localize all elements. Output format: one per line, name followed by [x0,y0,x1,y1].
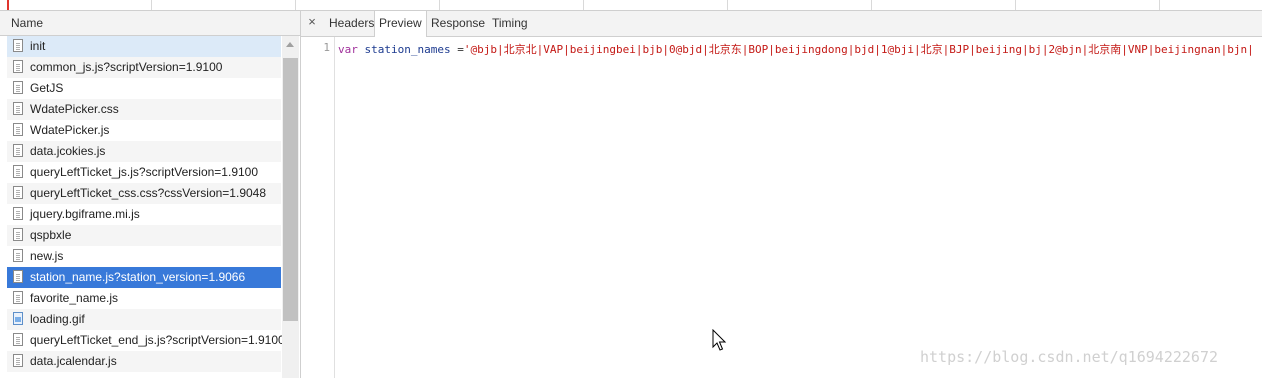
tab-headers[interactable]: Headers [326,11,377,36]
name-column-label: Name [11,16,44,30]
request-name: data.jcalendar.js [30,354,117,368]
file-icon [13,354,23,367]
request-name: station_name.js?station_version=1.9066 [30,270,246,284]
request-row[interactable]: queryLeftTicket_end_js.js?scriptVersion=… [7,330,285,351]
request-row[interactable]: qspbxle [7,225,281,246]
request-row[interactable]: init [7,36,281,57]
image-file-icon [13,312,23,325]
request-row[interactable]: new.js [7,246,281,267]
request-row[interactable]: favorite_name.js [7,288,281,309]
request-row[interactable]: jquery.bgiframe.mi.js [7,204,281,225]
request-name: WdatePicker.js [30,123,110,137]
request-name: data.jcokies.js [30,144,106,158]
line-number: 1 [323,41,330,54]
file-icon [13,144,23,157]
scroll-up-arrow-icon[interactable] [286,42,294,47]
request-row[interactable]: queryLeftTicket_css.css?cssVersion=1.904… [7,183,281,204]
details-tab-bar: × Headers Preview Response Timing [301,11,1262,37]
details-panel: × Headers Preview Response Timing 1 var … [301,11,1262,378]
timeline-marker [7,0,9,10]
request-name: jquery.bgiframe.mi.js [30,207,140,221]
request-name: init [30,39,46,53]
watermark-text: https://blog.csdn.net/q1694222672 [920,348,1219,366]
file-icon [13,270,23,283]
tab-timing[interactable]: Timing [489,11,531,36]
request-row[interactable]: data.jcokies.js [7,141,281,162]
file-icon [13,207,23,220]
file-icon [13,81,23,94]
code-keyword: var [338,43,358,56]
tab-response[interactable]: Response [428,11,488,36]
request-row[interactable]: GetJS [7,78,281,99]
request-row[interactable]: WdatePicker.js [7,120,281,141]
tab-preview[interactable]: Preview [374,11,427,37]
request-row[interactable]: data.jcalendar.js [7,351,281,372]
request-name: queryLeftTicket_end_js.js?scriptVersion=… [30,333,285,347]
mouse-pointer-icon [712,329,727,351]
file-icon [13,249,23,262]
request-list-scrollbar[interactable] [282,36,299,378]
file-icon [13,39,23,52]
code-operator: = [457,43,464,56]
request-name: queryLeftTicket_js.js?scriptVersion=1.91… [30,165,259,179]
code-string: '@bjb|北京北|VAP|beijingbei|bjb|0@bjd|北京东|B… [463,43,1254,56]
request-name: new.js [30,249,64,263]
request-name: qspbxle [30,228,72,242]
request-row[interactable]: common_js.js?scriptVersion=1.9100 [7,57,281,78]
request-name: GetJS [30,81,64,95]
file-icon [13,165,23,178]
preview-code-line[interactable]: var station_names ='@bjb|北京北|VAP|beijing… [338,41,1258,57]
request-name: queryLeftTicket_css.css?cssVersion=1.904… [30,186,267,200]
request-row[interactable]: queryLeftTicket_js.js?scriptVersion=1.91… [7,162,281,183]
file-icon [13,186,23,199]
name-column-header[interactable]: Name [0,11,300,36]
file-icon [13,123,23,136]
request-list-panel: Name init common_js.js?scriptVersion=1.91… [0,11,301,378]
close-icon[interactable]: × [304,14,320,30]
file-icon [13,291,23,304]
file-icon [13,228,23,241]
line-number-gutter: 1 [301,37,335,378]
request-list: init common_js.js?scriptVersion=1.9100 Get… [7,36,285,372]
request-row[interactable]: WdatePicker.css [7,99,281,120]
file-icon [13,60,23,73]
timeline-overview [0,0,1262,11]
request-row[interactable]: station_name.js?station_version=1.9066 [7,267,281,288]
request-name: loading.gif [30,312,85,326]
request-row[interactable]: loading.gif [7,309,281,330]
file-icon [13,102,23,115]
request-name: favorite_name.js [30,291,119,305]
file-icon [13,333,23,346]
code-variable: station_names [364,43,451,56]
scrollbar-thumb[interactable] [283,58,298,321]
request-name: WdatePicker.css [30,102,119,116]
request-name: common_js.js?scriptVersion=1.9100 [30,60,223,74]
